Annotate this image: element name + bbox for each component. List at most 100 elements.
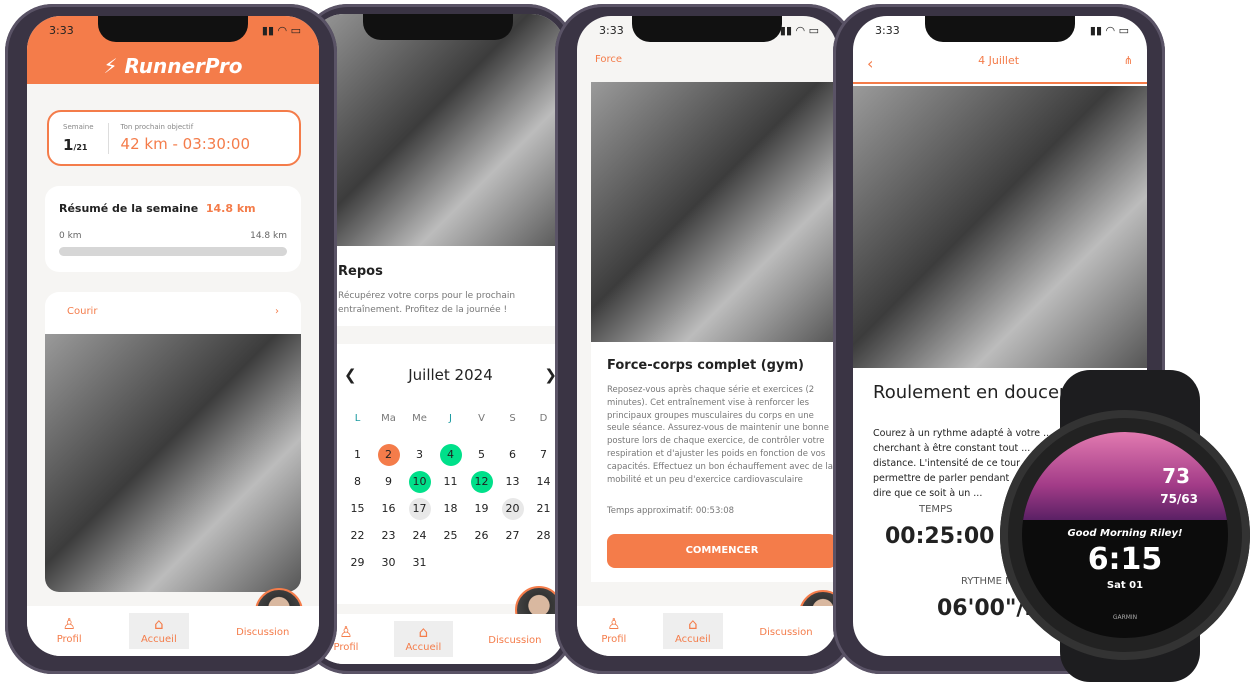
- calendar-day[interactable]: 20: [501, 498, 524, 520]
- status-bar: 3:33 ▮▮ ◠ ▭: [875, 24, 1129, 37]
- running-photo: [45, 334, 301, 592]
- rest-description: Récupérez votre corps pour le prochain e…: [338, 291, 516, 315]
- user-icon: ♙: [339, 623, 353, 641]
- watch-date: Sat 01: [1106, 580, 1144, 591]
- time-label: TEMPS: [919, 504, 953, 515]
- watch-face: 73 75/63 Good Morning Riley! 6:15 Sat 01…: [1022, 432, 1228, 638]
- calendar-day[interactable]: 29: [347, 552, 369, 574]
- running-photo: [853, 86, 1147, 368]
- calendar-day[interactable]: 21: [533, 498, 555, 520]
- week-label: Semaine: [63, 122, 94, 131]
- start-button[interactable]: COMMENCER: [607, 534, 837, 568]
- calendar-day[interactable]: 25: [440, 525, 462, 547]
- nav-label: Accueil: [405, 642, 442, 653]
- mountain-scene: [1022, 432, 1228, 520]
- user-icon: ♙: [62, 615, 76, 633]
- calendar-day[interactable]: 23: [378, 525, 400, 547]
- calendar-day[interactable]: 3: [409, 444, 431, 466]
- calendar-day[interactable]: 19: [471, 498, 493, 520]
- weekday-label: J: [449, 413, 452, 424]
- nav-chat[interactable]: Discussion: [224, 621, 301, 642]
- weekday-label: Ma: [381, 413, 396, 424]
- screen: Repos Récupérez votre corps pour le proc…: [310, 14, 565, 664]
- app-logo: ⚡ RunnerPro: [27, 54, 319, 78]
- signal-wifi-battery-icon: ▮▮ ◠ ▭: [779, 24, 819, 37]
- nav-label: Profil: [333, 642, 359, 653]
- calendar-day[interactable]: 14: [533, 471, 555, 493]
- calendar-day[interactable]: 24: [409, 525, 431, 547]
- calendar-day[interactable]: 5: [471, 444, 493, 466]
- nav-label: Discussion: [759, 626, 813, 638]
- bottom-nav: ♙ Profil ⌂ Accueil Discussion: [577, 606, 837, 656]
- bottom-nav: ♙ Profil ⌂ Accueil Discussion: [27, 606, 319, 656]
- nav-label: Accueil: [675, 634, 711, 645]
- status-time: 3:33: [599, 24, 624, 37]
- detail-header: ‹ 4 Juillet ⋔: [853, 54, 1147, 84]
- calendar-day[interactable]: 4: [439, 444, 462, 466]
- back-button[interactable]: ‹: [867, 54, 873, 82]
- activity-card[interactable]: Courir ›: [45, 292, 301, 592]
- nav-home[interactable]: ⌂ Accueil: [393, 621, 454, 657]
- calendar-day[interactable]: 15: [347, 498, 369, 520]
- activity-label: Courir: [67, 306, 98, 317]
- calendar-month: Juillet 2024: [408, 366, 493, 384]
- watch-brand: GARMIN: [1112, 614, 1138, 621]
- weekday-label: L: [354, 413, 361, 424]
- status-bar: 3:33 ▮▮ ◠ ▭: [599, 24, 819, 37]
- calendar-day[interactable]: 1: [347, 444, 369, 466]
- rest-title: Repos: [338, 264, 383, 279]
- calendar-day[interactable]: 9: [378, 471, 400, 493]
- calendar-day[interactable]: 6: [502, 444, 524, 466]
- weekly-progress-bar: [59, 247, 287, 256]
- calendar-day[interactable]: 16: [378, 498, 400, 520]
- status-time: 3:33: [875, 24, 900, 37]
- objective-card[interactable]: Semaine 1/21 Ton prochain objectif 42 km…: [47, 110, 301, 166]
- nav-label: Discussion: [488, 634, 542, 646]
- share-icon[interactable]: ⋔: [1124, 54, 1133, 82]
- progress-max: 14.8 km: [250, 231, 287, 241]
- approx-time: Temps approximatif: 00:53:08: [607, 506, 735, 516]
- weekday-label: V: [478, 413, 485, 424]
- gym-photo: [591, 82, 837, 342]
- calendar-day[interactable]: 8: [347, 471, 369, 493]
- calendar-day[interactable]: 31: [409, 552, 431, 574]
- calendar-day[interactable]: 2: [377, 444, 400, 466]
- nav-label: Profil: [601, 634, 627, 645]
- weekday-label: S: [509, 413, 516, 424]
- calendar-day[interactable]: 12: [470, 471, 493, 493]
- prev-month-button[interactable]: ❮: [344, 366, 357, 384]
- calendar-days: 1 2 3 4 5 6 7 8 9 10 11 12 13 14 15 16 17 18 19 20 21 22 23 24 2…: [342, 444, 565, 574]
- bolt-icon: ⚡: [103, 54, 118, 78]
- nav-home[interactable]: ⌂ Accueil: [663, 613, 723, 649]
- status-bar: 3:33 ▮▮ ◠ ▭: [49, 24, 301, 37]
- calendar-day[interactable]: 28: [533, 525, 555, 547]
- calendar-day[interactable]: 18: [440, 498, 462, 520]
- calendar-day[interactable]: 7: [533, 444, 555, 466]
- summary-title: Résumé de la semaine: [59, 202, 199, 215]
- calendar-day[interactable]: 17: [408, 498, 431, 520]
- calendar-day[interactable]: 10: [408, 471, 431, 493]
- phone-workout: 3:33 ▮▮ ◠ ▭ Force Force-corps complet (gy…: [555, 4, 855, 674]
- nav-home[interactable]: ⌂ Accueil: [129, 613, 189, 649]
- progress-min: 0 km: [59, 231, 82, 241]
- nav-chat[interactable]: Discussion: [476, 629, 553, 650]
- workout-title: Force-corps complet (gym): [607, 358, 804, 373]
- calendar-day[interactable]: 22: [347, 525, 369, 547]
- calendar-day[interactable]: 13: [502, 471, 524, 493]
- calendar-day[interactable]: 26: [471, 525, 493, 547]
- calendar-day[interactable]: 11: [440, 471, 462, 493]
- screen: 3:33 ▮▮ ◠ ▭ Force Force-corps complet (gy…: [577, 16, 837, 656]
- watch-temp: 73: [1162, 464, 1190, 488]
- nav-label: Accueil: [141, 634, 177, 645]
- nav-chat[interactable]: Discussion: [747, 621, 824, 642]
- nav-label: Profil: [56, 634, 82, 645]
- user-icon: ♙: [607, 615, 621, 633]
- week-total: /21: [73, 142, 88, 152]
- status-time: 3:33: [49, 24, 74, 37]
- calendar-day[interactable]: 30: [378, 552, 400, 574]
- nav-profile[interactable]: ♙ Profil: [589, 613, 638, 649]
- nav-profile[interactable]: ♙ Profil: [45, 613, 94, 649]
- week-current: 1: [63, 135, 74, 154]
- calendar-day[interactable]: 27: [502, 525, 524, 547]
- nav-label: Discussion: [236, 626, 290, 638]
